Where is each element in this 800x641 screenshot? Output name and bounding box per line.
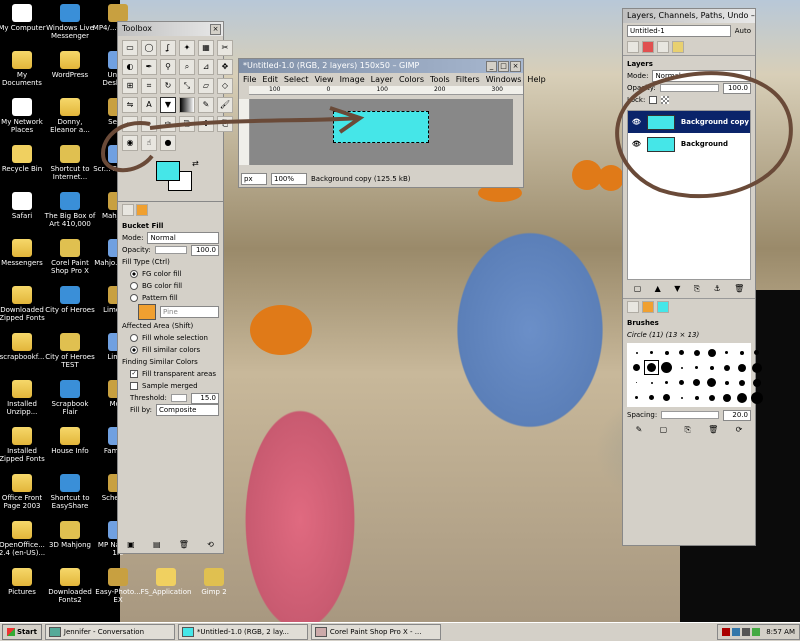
taskbar: Start Jennifer - Conversation *Untitled-… — [0, 622, 800, 641]
annotation-circle-layers — [615, 71, 793, 199]
tray-network-icon[interactable] — [732, 628, 741, 636]
task-label: Corel Paint Shop Pro X - ... — [329, 628, 422, 636]
annotation-arrow-line — [149, 116, 361, 130]
corel-icon — [314, 627, 327, 637]
tray-messenger-icon[interactable] — [752, 628, 761, 636]
foreground-color-swatch[interactable] — [156, 161, 180, 181]
windows-logo-icon — [7, 628, 15, 636]
annotation-overlay — [101, 71, 793, 199]
messenger-icon — [48, 627, 61, 637]
start-button[interactable]: Start — [2, 624, 42, 640]
annotation-circle-bucket — [101, 121, 154, 173]
gimp-image-icon — [181, 627, 194, 637]
start-label: Start — [17, 628, 37, 636]
task-button-conversation[interactable]: Jennifer - Conversation — [44, 624, 175, 640]
system-tray: 8:57 AM — [717, 624, 800, 640]
tray-volume-icon[interactable] — [742, 628, 751, 636]
clock: 8:57 AM — [766, 628, 795, 636]
task-label: *Untitled-1.0 (RGB, 2 lay... — [196, 628, 289, 636]
task-label: Jennifer - Conversation — [63, 628, 145, 636]
tray-antivirus-icon[interactable] — [722, 628, 731, 636]
task-button-corel[interactable]: Corel Paint Shop Pro X - ... — [310, 624, 441, 640]
task-button-gimp-image[interactable]: *Untitled-1.0 (RGB, 2 lay... — [177, 624, 308, 640]
